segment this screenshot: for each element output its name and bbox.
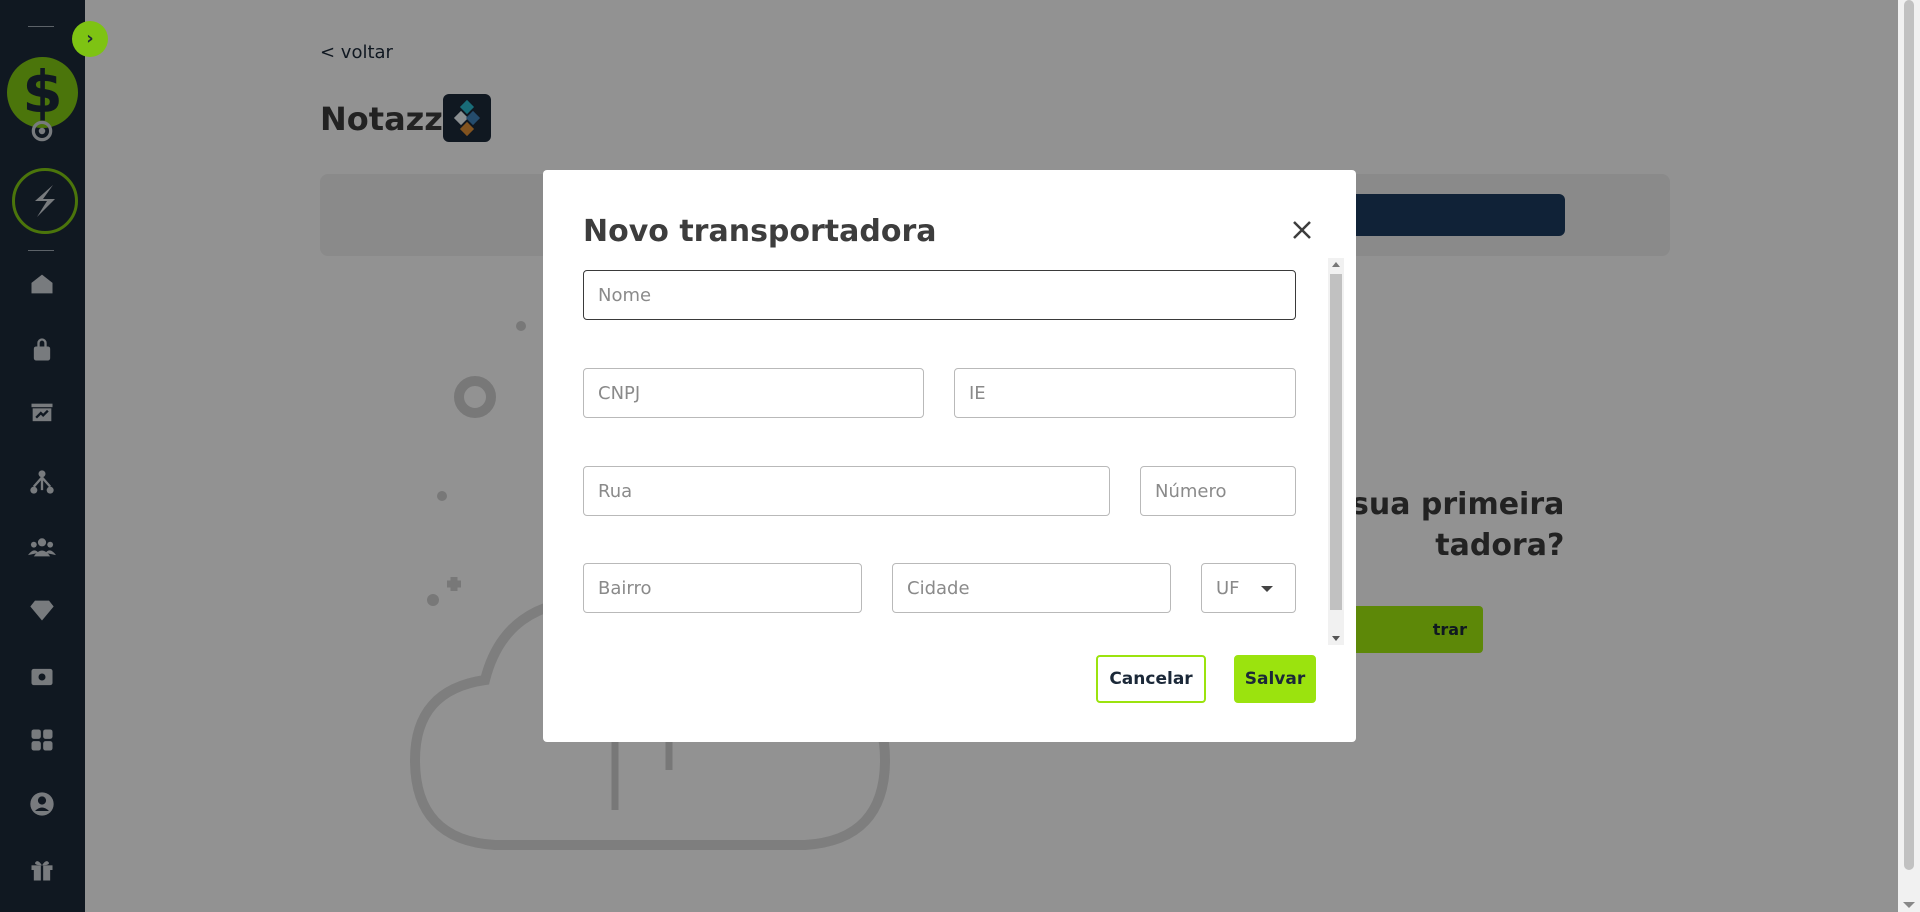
save-button[interactable]: Salvar <box>1234 655 1316 703</box>
scroll-down-icon[interactable] <box>1903 902 1915 908</box>
nome-field[interactable] <box>583 270 1296 320</box>
new-carrier-modal: Novo transportadora UF Cancelar Salvar <box>543 170 1356 742</box>
bairro-field[interactable] <box>583 563 862 613</box>
ie-field[interactable] <box>954 368 1296 418</box>
modal-scrollbar-thumb[interactable] <box>1330 274 1342 610</box>
modal-form: UF <box>583 270 1343 662</box>
uf-select-value: UF <box>1216 578 1240 599</box>
chevron-down-icon <box>1261 586 1273 592</box>
cidade-field[interactable] <box>892 563 1171 613</box>
numero-field[interactable] <box>1140 466 1296 516</box>
chevron-right-icon[interactable]: › <box>72 21 108 57</box>
page-scrollbar[interactable] <box>1898 0 1920 912</box>
scroll-up-icon[interactable] <box>1332 262 1340 267</box>
close-icon[interactable] <box>1288 216 1316 244</box>
uf-select[interactable]: UF <box>1201 563 1296 613</box>
cnpj-field[interactable] <box>583 368 924 418</box>
scroll-down-icon[interactable] <box>1332 636 1340 641</box>
modal-scrollbar[interactable] <box>1328 258 1344 645</box>
cancel-button[interactable]: Cancelar <box>1096 655 1206 703</box>
rua-field[interactable] <box>583 466 1110 516</box>
page-scrollbar-thumb[interactable] <box>1904 0 1914 870</box>
modal-title: Novo transportadora <box>583 214 937 249</box>
